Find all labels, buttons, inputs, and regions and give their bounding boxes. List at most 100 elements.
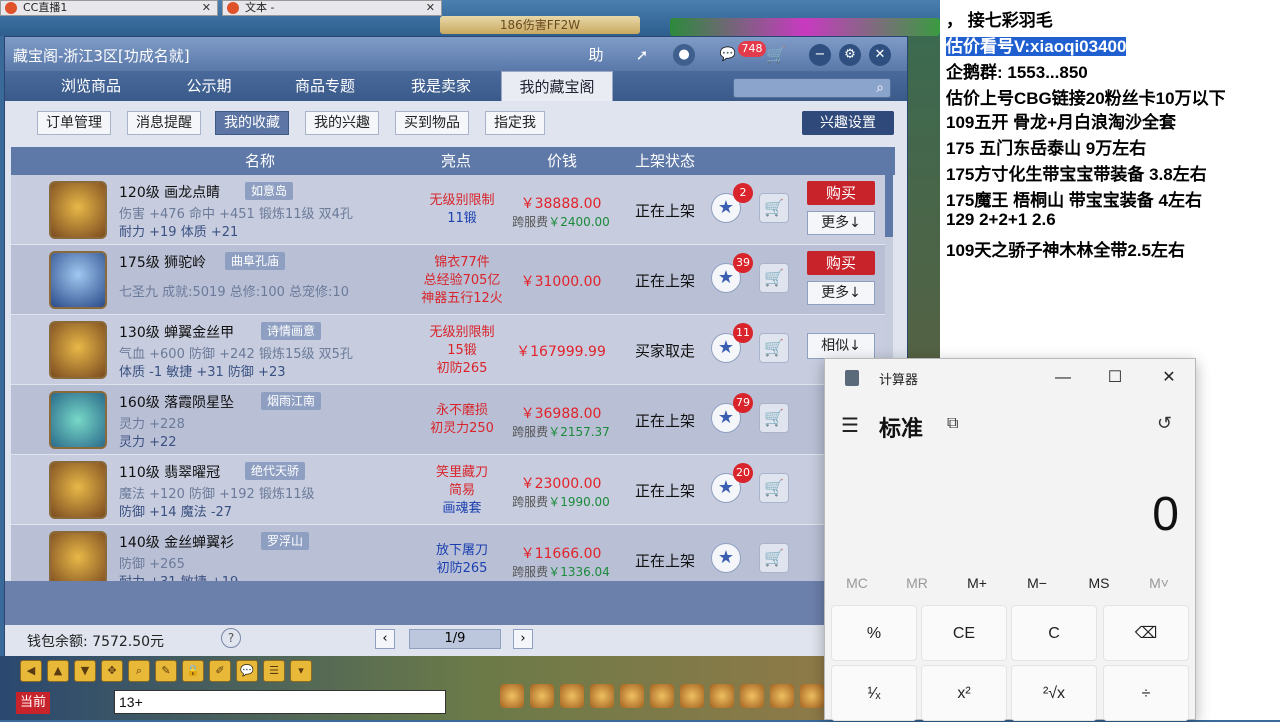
prev-page-button[interactable]: ‹	[375, 629, 395, 649]
sub-tab-bought[interactable]: 买到物品	[395, 111, 469, 135]
buy-button[interactable]: 购买	[807, 251, 875, 275]
sub-tab-messages[interactable]: 消息提醒	[127, 111, 201, 135]
keep-on-top-icon[interactable]: ⧉	[947, 415, 958, 433]
close-button[interactable]: ✕	[1149, 365, 1189, 391]
star-icon[interactable]: ★	[711, 543, 741, 573]
buy-button[interactable]: 购买	[807, 181, 875, 205]
item-slot-icon[interactable]	[770, 684, 794, 708]
note-icon[interactable]: ✎	[155, 660, 177, 682]
character-avatar[interactable]	[49, 251, 107, 309]
memory-list-button[interactable]: M˅	[1129, 575, 1189, 591]
tab-browse[interactable]: 浏览商品	[35, 71, 147, 101]
cart-icon[interactable]: 🛒	[759, 193, 789, 223]
search-icon[interactable]: ⌕	[128, 660, 150, 682]
cart-icon[interactable]: 🛒	[765, 44, 787, 66]
interest-settings-button[interactable]: 兴趣设置	[802, 111, 894, 135]
item-slot-icon[interactable]	[530, 684, 554, 708]
move-icon[interactable]: ✥	[101, 660, 123, 682]
note-line-selected[interactable]: 估价看号V:xiaoqi03400	[946, 32, 1127, 57]
settings-button[interactable]: ⚙	[839, 44, 861, 66]
sub-tab-interests[interactable]: 我的兴趣	[305, 111, 379, 135]
memory-subtract-button[interactable]: M−	[1007, 575, 1067, 591]
item-name[interactable]: 130级 蝉翼金丝甲	[119, 322, 234, 342]
tab-public[interactable]: 公示期	[153, 71, 265, 101]
memory-recall-button[interactable]: MR	[887, 575, 947, 591]
close-icon[interactable]: ✕	[202, 1, 211, 15]
help-button[interactable]: 助	[585, 44, 607, 66]
cart-icon[interactable]: 🛒	[759, 543, 789, 573]
item-slot-icon[interactable]	[650, 684, 674, 708]
item-thumbnail[interactable]	[49, 181, 107, 239]
menu-icon[interactable]: ☰	[841, 413, 859, 438]
reciprocal-button[interactable]: ¹⁄ₓ	[831, 665, 917, 721]
item-name[interactable]: 140级 金丝蝉翼衫	[119, 532, 234, 552]
divide-button[interactable]: ÷	[1103, 665, 1189, 721]
memory-clear-button[interactable]: MC	[827, 575, 887, 591]
minimize-button[interactable]: −	[809, 44, 831, 66]
item-name[interactable]: 175级 狮驼岭	[119, 252, 206, 272]
table-row[interactable]: 175级 狮驼岭 曲阜孔庙 七圣九 成就:5019 总修:100 总宠修:10 …	[11, 245, 885, 315]
sub-tab-favorites[interactable]: 我的收藏	[215, 111, 289, 135]
item-thumbnail[interactable]	[49, 391, 107, 449]
item-thumbnail[interactable]	[49, 531, 107, 581]
cart-icon[interactable]: 🛒	[759, 333, 789, 363]
item-slot-icon[interactable]	[620, 684, 644, 708]
memory-add-button[interactable]: M+	[947, 575, 1007, 591]
lock-icon[interactable]: 🔒	[182, 660, 204, 682]
record-icon[interactable]: ●	[673, 44, 695, 66]
browser-tab-text[interactable]: 文本 - ✕	[222, 0, 442, 16]
arrow-left-icon[interactable]: ◀	[20, 660, 42, 682]
item-thumbnail[interactable]	[49, 321, 107, 379]
more-button[interactable]: 更多↓	[807, 211, 875, 235]
chat-icon[interactable]: 💬	[717, 44, 739, 66]
item-slot-icon[interactable]	[590, 684, 614, 708]
table-row[interactable]: 130级 蝉翼金丝甲 诗情画意 气血 +600 防御 +242 锻炼15级 双5…	[11, 315, 885, 385]
list-icon[interactable]: ☰	[263, 660, 285, 682]
item-slot-icon[interactable]	[800, 684, 824, 708]
table-row[interactable]: 140级 金丝蝉翼衫 罗浮山 防御 +265 耐力 +31 敏捷 +19 放下屠…	[11, 525, 885, 581]
close-icon[interactable]: ✕	[426, 1, 435, 15]
table-row[interactable]: 110级 翡翠曜冠 绝代天骄 魔法 +120 防御 +192 锻炼11级 防御 …	[11, 455, 885, 525]
chat-input[interactable]	[114, 690, 446, 714]
clear-button[interactable]: C	[1011, 605, 1097, 661]
browser-tab-cc-live[interactable]: CC直播1 ✕	[0, 0, 218, 16]
share-icon[interactable]: ➚	[631, 44, 653, 66]
tab-my-cbg[interactable]: 我的藏宝阁	[501, 71, 613, 101]
item-slot-icon[interactable]	[740, 684, 764, 708]
search-input[interactable]	[733, 78, 891, 98]
clear-entry-button[interactable]: CE	[921, 605, 1007, 661]
item-thumbnail[interactable]	[49, 461, 107, 519]
square-root-button[interactable]: ²√x	[1011, 665, 1097, 721]
square-button[interactable]: x²	[921, 665, 1007, 721]
table-row[interactable]: 120级 画龙点睛 如意岛 伤害 +476 命中 +451 锻炼11级 双4孔 …	[11, 175, 885, 245]
memory-store-button[interactable]: MS	[1069, 575, 1129, 591]
item-slot-icon[interactable]	[560, 684, 584, 708]
cart-icon[interactable]: 🛒	[759, 263, 789, 293]
percent-button[interactable]: %	[831, 605, 917, 661]
arrow-up-icon[interactable]: ▲	[47, 660, 69, 682]
maximize-button[interactable]: ☐	[1095, 365, 1135, 391]
search-icon[interactable]: ⌕	[871, 78, 889, 98]
minimize-button[interactable]: —	[1043, 365, 1083, 391]
sub-tab-assigned[interactable]: 指定我	[485, 111, 545, 135]
table-row[interactable]: 160级 落霞陨星坠 烟雨江南 灵力 +228 灵力 +22 永不磨损 初灵力2…	[11, 385, 885, 455]
item-name[interactable]: 110级 翡翠曜冠	[119, 462, 220, 482]
backspace-button[interactable]: ⌫	[1103, 605, 1189, 661]
item-slot-icon[interactable]	[500, 684, 524, 708]
close-button[interactable]: ✕	[869, 44, 891, 66]
history-icon[interactable]: ↺	[1157, 413, 1172, 434]
chat-bubble-icon[interactable]: 💬	[236, 660, 258, 682]
tab-topics[interactable]: 商品专题	[269, 71, 381, 101]
cart-icon[interactable]: 🛒	[759, 403, 789, 433]
dropdown-icon[interactable]: ▾	[290, 660, 312, 682]
item-name[interactable]: 160级 落霞陨星坠	[119, 392, 234, 412]
sub-tab-orders[interactable]: 订单管理	[37, 111, 111, 135]
channel-button[interactable]: 当前	[16, 692, 51, 714]
next-page-button[interactable]: ›	[513, 629, 533, 649]
item-name[interactable]: 120级 画龙点睛	[119, 182, 220, 202]
cart-icon[interactable]: 🛒	[759, 473, 789, 503]
tab-seller[interactable]: 我是卖家	[385, 71, 497, 101]
similar-button[interactable]: 相似↓	[807, 333, 875, 359]
scrollbar-thumb[interactable]	[885, 175, 893, 237]
help-icon[interactable]: ?	[221, 628, 241, 648]
